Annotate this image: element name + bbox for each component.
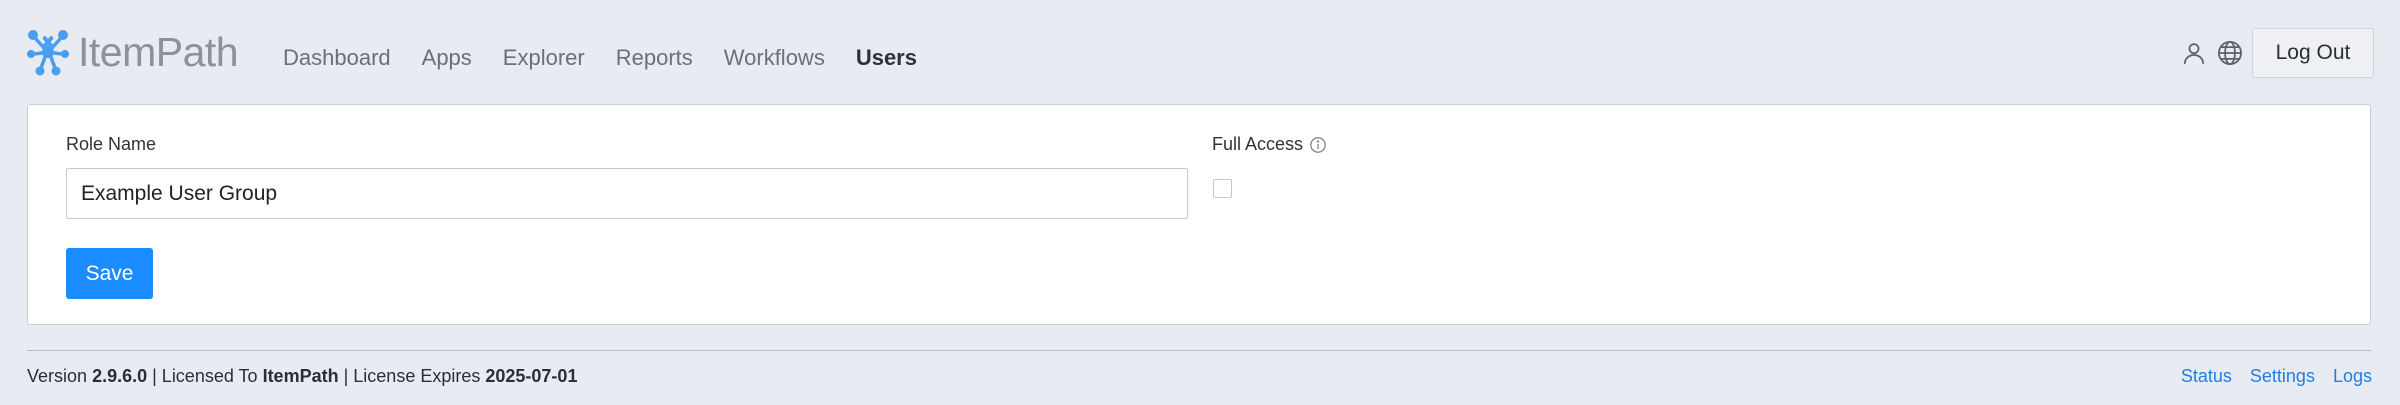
- version-prefix: Version: [27, 366, 88, 386]
- nav-dashboard[interactable]: Dashboard: [283, 44, 391, 72]
- licensed-to-prefix: | Licensed To: [152, 366, 258, 386]
- globe-icon[interactable]: [2214, 37, 2246, 69]
- role-name-label: Role Name: [66, 134, 157, 154]
- footer-links: Status Settings Logs: [2163, 366, 2372, 387]
- settings-link[interactable]: Settings: [2250, 366, 2315, 387]
- logout-button[interactable]: Log Out: [2252, 28, 2374, 78]
- license-expires-date: 2025-07-01: [485, 366, 578, 386]
- header-actions: Log Out: [2174, 28, 2374, 78]
- version-number: 2.9.6.0: [92, 366, 148, 386]
- main-nav: Dashboard Apps Explorer Reports Workflow…: [283, 44, 948, 72]
- nav-workflows[interactable]: Workflows: [724, 44, 825, 72]
- footer-license-info: Version 2.9.6.0 | Licensed To ItemPath |…: [27, 366, 577, 387]
- footer-divider: [27, 350, 2371, 351]
- nav-apps[interactable]: Apps: [422, 44, 472, 72]
- top-navbar: ItemPath Dashboard Apps Explorer Reports…: [0, 0, 2400, 104]
- nav-users[interactable]: Users: [856, 44, 917, 72]
- logs-link[interactable]: Logs: [2333, 366, 2372, 387]
- brand-logo[interactable]: ItemPath: [26, 26, 239, 78]
- full-access-checkbox[interactable]: [1213, 179, 1232, 198]
- full-access-label-group: Full Access: [1212, 134, 1327, 155]
- license-expires-prefix: | License Expires: [343, 366, 481, 386]
- status-link[interactable]: Status: [2181, 366, 2232, 387]
- itempath-logo-icon: [27, 30, 69, 76]
- role-form-card: Role Name Full Access Save: [27, 104, 2371, 325]
- user-icon[interactable]: [2178, 37, 2210, 69]
- full-access-label: Full Access: [1212, 134, 1304, 154]
- brand-name: ItemPath: [78, 28, 239, 75]
- save-button[interactable]: Save: [66, 248, 153, 299]
- info-icon[interactable]: [1309, 136, 1327, 154]
- nav-explorer[interactable]: Explorer: [503, 44, 585, 72]
- role-name-input[interactable]: [66, 168, 1188, 219]
- nav-reports[interactable]: Reports: [616, 44, 693, 72]
- licensed-to-name: ItemPath: [262, 366, 339, 386]
